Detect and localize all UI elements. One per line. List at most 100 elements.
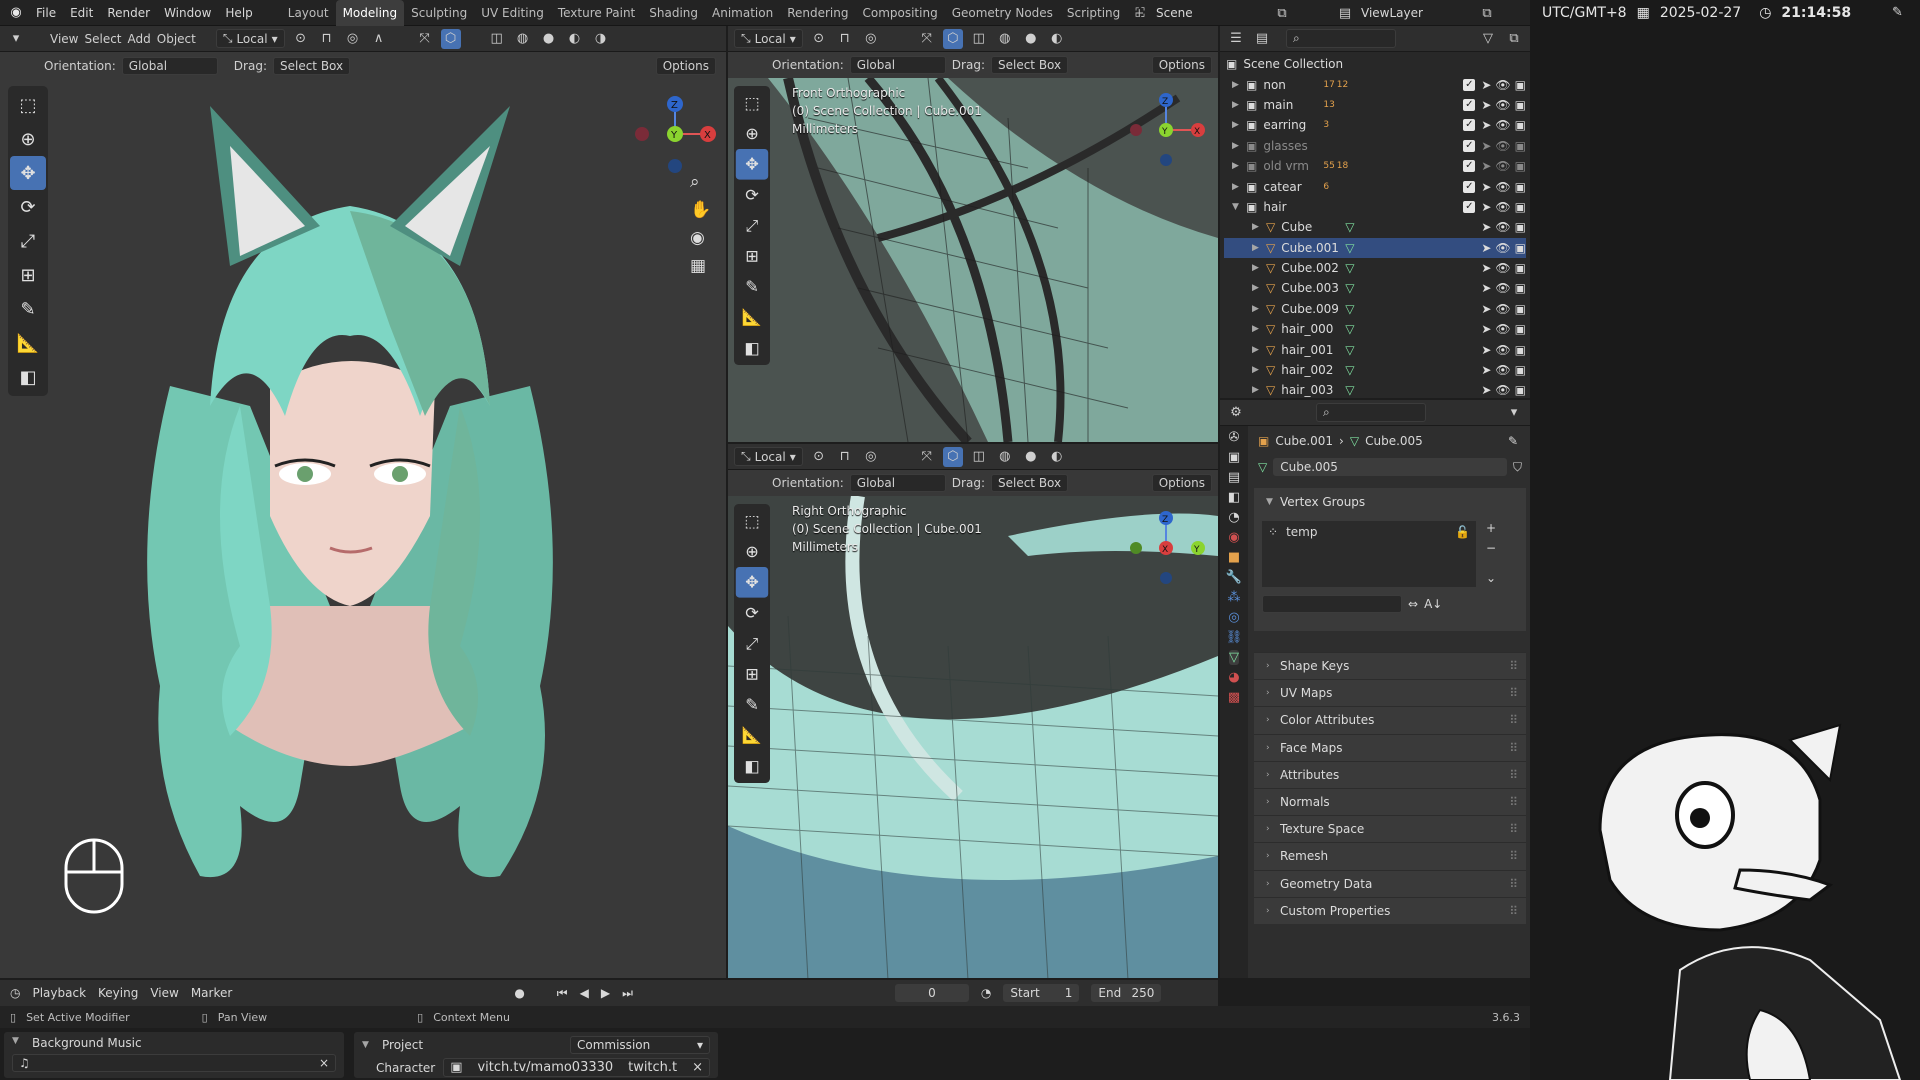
properties-section-header[interactable]: › Texture Space ⠿ [1254,815,1526,843]
collection-row[interactable]: ▶ ▣ old vrm 55 18 ✓ ➤ 👁 ▣ [1224,156,1526,176]
overlay-icon[interactable]: ⬡ [440,28,461,49]
select-toggle-icon[interactable]: ➤ [1481,322,1491,336]
options-dropdown[interactable]: Options [1151,56,1212,74]
zoom-icon[interactable]: ⌕ [690,172,711,192]
orientation-dropdown[interactable]: Global [849,474,946,492]
include-checkbox[interactable]: ✓ [1463,160,1476,173]
outliner-editor-icon[interactable]: ☰ [1226,29,1246,49]
menu-view[interactable]: View [50,32,78,46]
front-ortho-viewport[interactable]: ⤡ Local ▾ ⊙ ⊓ ◎ ⤧ ⬡ ◫ ◍ ● ◐ Orientation: … [728,26,1218,442]
snap-icon[interactable]: ⊓ [835,447,855,467]
display-mode-icon[interactable]: ▤ [1252,29,1272,49]
gizmo-icon[interactable]: ⤧ [917,29,937,49]
output-tab-icon[interactable]: ▤ [1228,470,1240,485]
timeline-editor-icon[interactable]: ◷ [10,986,20,1000]
expand-icon[interactable]: ▶ [1232,141,1246,151]
object-row[interactable]: ▶ ▽ Cube.001 ▽ ➤ 👁 ▣ [1224,237,1526,258]
properties-section-header[interactable]: › UV Maps ⠿ [1254,679,1526,707]
move-tool-icon[interactable]: ✥ [735,149,769,180]
object-row[interactable]: ▶ ▽ Cube.002 ▽ ➤ 👁 ▣ [1224,258,1526,278]
menu-render[interactable]: Render [107,6,150,20]
select-toggle-icon[interactable]: ➤ [1481,241,1491,255]
xray-icon[interactable]: ◫ [969,447,989,467]
navigation-gizmo[interactable]: Z X Y [630,86,720,176]
move-tool-icon[interactable]: ✥ [735,567,769,598]
sort-alpha-icon[interactable]: A↓ [1424,597,1442,611]
render-camera-icon[interactable]: ▣ [1515,363,1526,377]
xray-icon[interactable]: ◫ [969,29,989,49]
object-row[interactable]: ▶ ▽ Cube.003 ▽ ➤ 👁 ▣ [1224,278,1526,298]
collection-row[interactable]: ▶ ▣ non 17 12 ✓ ➤ 👁 ▣ [1224,74,1526,94]
select-toggle-icon[interactable]: ➤ [1481,363,1491,377]
solid-shading-icon[interactable]: ● [1021,447,1041,467]
render-camera-icon[interactable]: ▣ [1515,241,1526,255]
particles-tab-icon[interactable]: ⁂ [1228,590,1241,605]
expand-icon[interactable]: ▶ [1252,283,1266,293]
drag-handle-icon[interactable]: ⠿ [1509,686,1518,700]
properties-section-header[interactable]: › Normals ⠿ [1254,787,1526,816]
include-checkbox[interactable]: ✓ [1463,139,1476,152]
annotate-tool-icon[interactable]: ✎ [736,271,768,302]
menu-add[interactable]: Add [128,32,151,46]
expand-icon[interactable]: ▶ [1252,222,1266,232]
cursor-tool-icon[interactable]: ⊕ [736,536,768,567]
object-row[interactable]: ▶ ▽ Cube ▽ ➤ 👁 ▣ [1224,217,1526,237]
proportional-edit-icon[interactable]: ◎ [861,29,881,49]
properties-search-field[interactable]: ⌕ [1316,403,1426,422]
visibility-eye-icon[interactable]: 👁 [1495,322,1510,336]
blender-logo-icon[interactable]: ◉ [6,3,26,23]
render-camera-icon[interactable]: ▣ [1515,159,1526,173]
expand-icon[interactable]: ▶ [1232,182,1246,192]
visibility-eye-icon[interactable]: 👁 [1495,200,1510,214]
render-camera-icon[interactable]: ▣ [1515,343,1526,357]
clear-icon[interactable]: × [319,1056,329,1070]
music-field[interactable]: ♫ × [12,1054,336,1072]
add-cube-tool-icon[interactable]: ◧ [10,360,46,394]
lock-icon[interactable]: 🔓 [1455,525,1470,539]
world-tab-icon[interactable]: ◉ [1228,530,1239,545]
select-toggle-icon[interactable]: ➤ [1481,98,1491,112]
viewlayer-selector[interactable]: ▤ ViewLayer ⧉ [1335,3,1497,23]
character-field[interactable]: ▣ vitch.tv/mamo03330 twitch.t × [443,1058,710,1077]
new-collection-icon[interactable]: ⧉ [1504,29,1524,49]
render-camera-icon[interactable]: ▣ [1515,139,1526,153]
visibility-eye-icon[interactable]: 👁 [1495,383,1510,397]
visibility-eye-icon[interactable]: 👁 [1495,343,1510,357]
fake-user-icon[interactable]: ⛉ [1513,460,1522,475]
object-row[interactable]: ▶ ▽ hair_001 ▽ ➤ 👁 ▣ [1224,339,1526,359]
expand-icon[interactable]: ▶ [1232,161,1246,171]
gizmo-icon[interactable]: ⤧ [917,447,937,467]
drag-handle-icon[interactable]: ⠿ [1509,877,1518,891]
start-frame-field[interactable]: Start 1 [1003,984,1080,1002]
timeline-menu-view[interactable]: View [150,986,178,1000]
invert-filter-icon[interactable]: ⇔ [1408,597,1418,611]
include-checkbox[interactable]: ✓ [1463,119,1476,132]
drag-handle-icon[interactable]: ⠿ [1509,659,1518,673]
constraints-tab-icon[interactable]: ⛓ [1226,630,1243,645]
select-toggle-icon[interactable]: ➤ [1481,180,1491,194]
visibility-eye-icon[interactable]: 👁 [1495,281,1510,295]
menu-help[interactable]: Help [225,6,252,20]
pin-icon[interactable]: ✎ [1508,434,1518,448]
group-menu-icon[interactable]: ⌄ [1486,571,1496,585]
scale-tool-icon[interactable]: ⤢ [736,210,768,241]
orientation-dropdown[interactable]: Global [121,57,218,75]
visibility-eye-icon[interactable]: 👁 [1495,98,1510,112]
scene-tab-icon[interactable]: ◔ [1228,510,1239,525]
clear-icon[interactable]: × [692,1060,703,1075]
visibility-eye-icon[interactable]: 👁 [1495,78,1510,92]
drag-dropdown[interactable]: Select Box [272,57,351,75]
outliner-search-field[interactable]: ⌕ [1286,29,1396,48]
main-viewport[interactable]: ▾ View Select Add Object ⤡ Local ▾ ⊙ ⊓ ◎ … [0,26,726,978]
annotate-tool-icon[interactable]: ✎ [10,292,46,326]
editor-type-icon[interactable]: ▾ [6,29,26,49]
expand-icon[interactable]: ▶ [1232,100,1246,110]
tab-texture-paint[interactable]: Texture Paint [551,0,642,26]
pivot-icon[interactable]: ⊙ [809,447,829,467]
visibility-eye-icon[interactable]: 👁 [1495,261,1510,275]
expand-icon[interactable]: ▶ [1252,324,1266,334]
render-camera-icon[interactable]: ▣ [1515,281,1526,295]
scale-tool-icon[interactable]: ⤢ [10,224,46,258]
pivot-icon[interactable]: ⊙ [291,29,311,49]
mesh-data-selector[interactable]: ▽ Cube.005 ⛉ [1258,458,1522,476]
